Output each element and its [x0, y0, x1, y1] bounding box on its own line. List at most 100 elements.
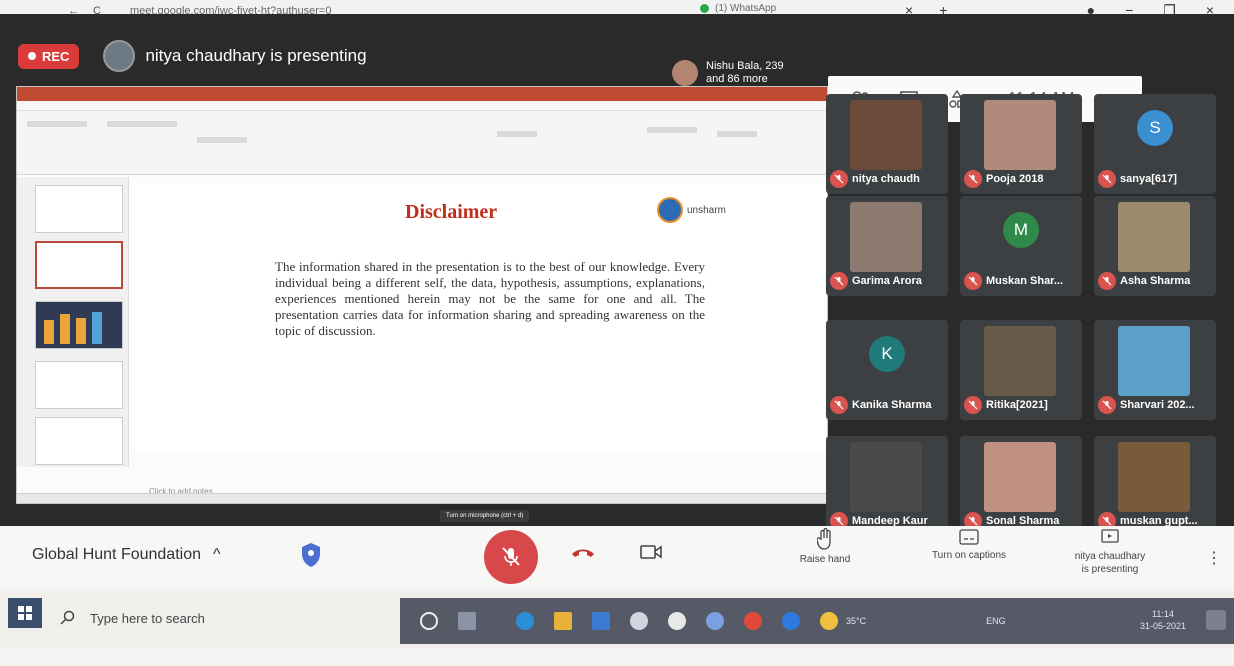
mic-muted-icon — [1098, 170, 1116, 188]
viewer-avatar — [672, 60, 698, 86]
participant-video — [1118, 202, 1190, 272]
dropbox-icon[interactable] — [630, 612, 648, 630]
participant-label: Muskan Shar... — [964, 272, 1063, 290]
participant-tile[interactable]: nitya chaudh — [826, 94, 948, 194]
participant-label: Kanika Sharma — [830, 396, 931, 414]
mic-off-icon — [502, 547, 520, 566]
windows-taskbar: Type here to search 35°C ENG 11:14 31-05… — [0, 592, 1234, 648]
mic-tooltip: Turn on microphone (ctrl + d) — [440, 510, 530, 522]
participant-video — [1118, 326, 1190, 396]
slide-thumb-selected[interactable] — [35, 241, 123, 289]
participant-tile[interactable]: Ritika[2021] — [960, 320, 1082, 420]
participant-name: Pooja 2018 — [986, 173, 1044, 185]
presenting-line-2: is presenting — [1081, 564, 1139, 575]
participant-name: Ritika[2021] — [986, 399, 1048, 411]
participant-tile[interactable]: Mandeep Kaur — [826, 436, 948, 536]
mic-muted-icon — [1098, 272, 1116, 290]
windows-logo-icon — [18, 606, 32, 620]
participant-tile[interactable]: muskan gupt... — [1094, 436, 1216, 536]
raise-hand-button[interactable]: Raise hand — [790, 528, 860, 565]
file-explorer-icon[interactable] — [554, 612, 572, 630]
edge-icon[interactable] — [516, 612, 534, 630]
slide-thumb[interactable] — [35, 185, 123, 233]
participant-label: Garima Arora — [830, 272, 922, 290]
participant-label: Asha Sharma — [1098, 272, 1190, 290]
taskbar-apps: 35°C ENG 11:14 31-05-2021 — [400, 598, 1234, 644]
slide-thumb[interactable] — [35, 301, 123, 349]
ppt-status-bar — [17, 493, 827, 503]
participant-video — [984, 326, 1056, 396]
weather-icon — [820, 612, 838, 630]
slide-title: Disclaimer — [405, 201, 498, 223]
logo-text: unsharm — [687, 204, 726, 216]
participant-name: nitya chaudh — [852, 173, 920, 185]
slide-thumb[interactable] — [35, 417, 123, 465]
rec-label: REC — [42, 48, 70, 64]
participant-video — [984, 442, 1056, 512]
task-view-icon[interactable] — [458, 612, 476, 630]
participant-tile[interactable]: Asha Sharma — [1094, 196, 1216, 296]
participant-name: Kanika Sharma — [852, 399, 932, 411]
ribbon-group — [717, 131, 757, 137]
windows-start-button[interactable] — [8, 598, 42, 628]
viewers-indicator: Nishu Bala, 239 and 86 more — [672, 60, 784, 86]
hang-up-button[interactable] — [570, 546, 596, 565]
app-icon[interactable] — [668, 612, 686, 630]
slide-thumb[interactable] — [35, 361, 123, 409]
notification-icon[interactable] — [1206, 610, 1226, 630]
camera-icon — [640, 545, 662, 559]
camera-button[interactable] — [640, 544, 662, 565]
presentation-button[interactable]: nitya chaudhary is presenting — [1060, 528, 1160, 576]
viewers-line-2: and 86 more — [706, 73, 768, 85]
system-clock[interactable]: 11:14 31-05-2021 — [1140, 608, 1186, 632]
more-options-icon[interactable]: ⋮ — [1206, 548, 1222, 568]
chrome-icon[interactable] — [744, 612, 762, 630]
whatsapp-icon — [700, 4, 709, 13]
ribbon-group — [647, 127, 697, 133]
participant-initial: K — [869, 336, 905, 372]
participant-initial: S — [1137, 110, 1173, 146]
microphone-button[interactable] — [484, 530, 538, 584]
cortana-icon[interactable] — [420, 612, 438, 630]
record-dot-icon — [28, 52, 36, 60]
mic-muted-icon — [1098, 396, 1116, 414]
mic-muted-icon — [964, 396, 982, 414]
taskbar-search[interactable]: Type here to search — [60, 604, 340, 632]
participant-tile[interactable]: K Kanika Sharma — [826, 320, 948, 420]
participant-tile[interactable]: Pooja 2018 — [960, 94, 1082, 194]
ribbon-group — [197, 137, 247, 143]
participant-label: sanya[617] — [1098, 170, 1177, 188]
participant-video — [850, 442, 922, 512]
mail-icon[interactable] — [592, 612, 610, 630]
meeting-details[interactable]: Global Hunt Foundation ^ — [32, 546, 221, 564]
raise-hand-label: Raise hand — [799, 554, 851, 565]
weather-temp: 35°C — [846, 616, 867, 626]
participant-tile[interactable]: Sonal Sharma — [960, 436, 1082, 536]
participant-tile[interactable]: Garima Arora — [826, 196, 948, 296]
logo-icon — [657, 197, 683, 223]
host-shield-icon[interactable] — [300, 542, 322, 573]
tab-label: (1) WhatsApp — [715, 3, 777, 14]
meeting-name: Global Hunt Foundation — [32, 546, 201, 563]
present-icon — [1101, 529, 1119, 543]
ppt-menu-bar — [17, 101, 827, 111]
app-icon[interactable] — [782, 612, 800, 630]
captions-label: Turn on captions — [931, 550, 1007, 561]
participant-label: Sharvari 202... — [1098, 396, 1195, 414]
slide-logo: unsharm — [657, 197, 726, 223]
clock-time: 11:14 — [1152, 609, 1174, 619]
phone-hangup-icon — [572, 549, 594, 557]
captions-button[interactable]: Turn on captions — [914, 528, 1024, 561]
participant-tile[interactable]: M Muskan Shar... — [960, 196, 1082, 296]
slide-thumbnails — [17, 177, 129, 467]
participant-tile[interactable]: Sharvari 202... — [1094, 320, 1216, 420]
chevron-up-icon[interactable]: ^ — [213, 546, 221, 564]
presented-screen: Disclaimer unsharm The information share… — [16, 86, 828, 504]
participant-video — [850, 202, 922, 272]
participant-tile[interactable]: Ssanya[617] — [1094, 94, 1216, 194]
language-indicator[interactable]: ENG — [986, 616, 1006, 626]
whatsapp-tab[interactable]: (1) WhatsApp — [700, 3, 776, 14]
app-icon[interactable] — [706, 612, 724, 630]
presenter-text: nitya chaudhary is presenting — [145, 46, 367, 65]
ribbon-group — [107, 121, 177, 127]
